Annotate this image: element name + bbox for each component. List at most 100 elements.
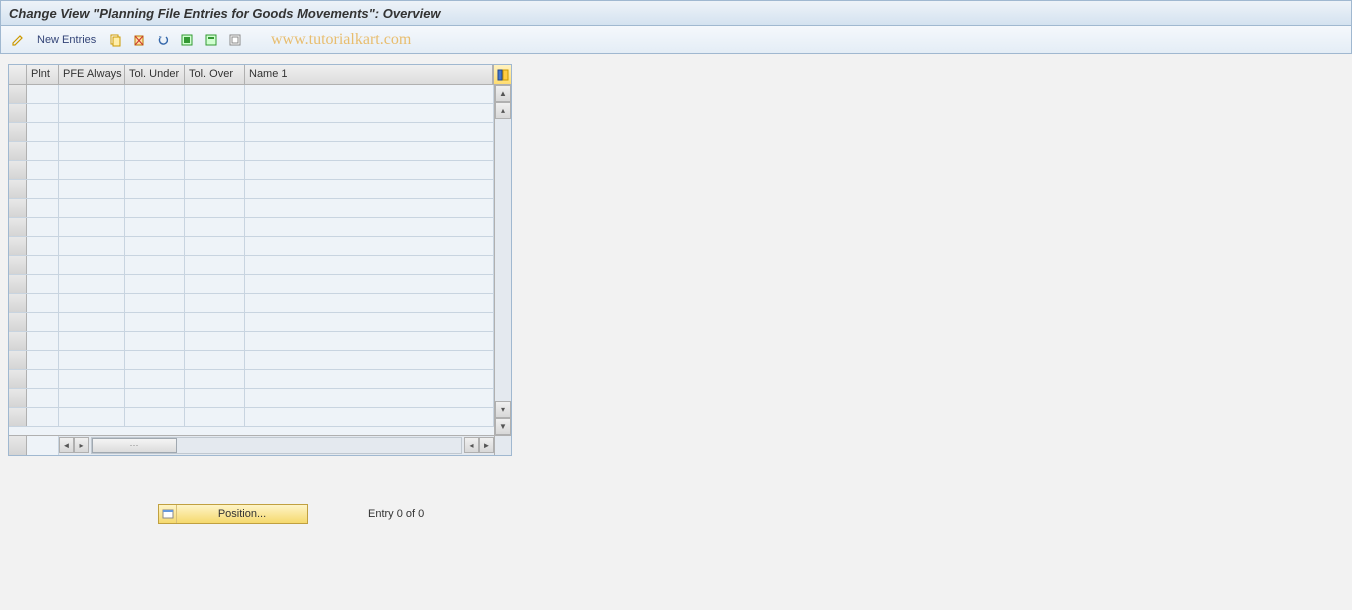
cell-tol-over[interactable] <box>185 142 245 160</box>
cell-pfe-always[interactable] <box>59 180 125 198</box>
row-selector[interactable] <box>9 161 27 179</box>
cell-plnt[interactable] <box>27 256 59 274</box>
cell-tol-over[interactable] <box>185 408 245 426</box>
cell-tol-over[interactable] <box>185 237 245 255</box>
row-selector[interactable] <box>9 237 27 255</box>
cell-tol-under[interactable] <box>125 256 185 274</box>
row-selector[interactable] <box>9 256 27 274</box>
cell-tol-under[interactable] <box>125 199 185 217</box>
cell-tol-under[interactable] <box>125 142 185 160</box>
cell-pfe-always[interactable] <box>59 161 125 179</box>
cell-name1[interactable] <box>245 85 494 103</box>
cell-plnt[interactable] <box>27 104 59 122</box>
position-button[interactable]: Position... <box>158 504 308 524</box>
cell-name1[interactable] <box>245 142 494 160</box>
cell-tol-over[interactable] <box>185 123 245 141</box>
column-header-plnt[interactable]: Plnt <box>27 65 59 84</box>
undo-icon[interactable] <box>154 31 172 49</box>
cell-name1[interactable] <box>245 104 494 122</box>
scroll-right-step-icon[interactable]: ◂ <box>464 437 479 453</box>
cell-name1[interactable] <box>245 313 494 331</box>
change-icon[interactable] <box>9 31 27 49</box>
cell-name1[interactable] <box>245 332 494 350</box>
cell-tol-under[interactable] <box>125 389 185 407</box>
cell-tol-under[interactable] <box>125 351 185 369</box>
cell-pfe-always[interactable] <box>59 123 125 141</box>
row-selector[interactable] <box>9 313 27 331</box>
cell-tol-over[interactable] <box>185 351 245 369</box>
cell-plnt[interactable] <box>27 370 59 388</box>
cell-tol-over[interactable] <box>185 180 245 198</box>
scroll-left-step-icon[interactable]: ▸ <box>74 437 89 453</box>
select-all-rows[interactable] <box>9 65 27 84</box>
scroll-left-icon[interactable]: ◄ <box>59 437 74 453</box>
row-selector[interactable] <box>9 370 27 388</box>
column-header-tol-under[interactable]: Tol. Under <box>125 65 185 84</box>
row-selector[interactable] <box>9 351 27 369</box>
cell-tol-over[interactable] <box>185 275 245 293</box>
cell-plnt[interactable] <box>27 123 59 141</box>
cell-name1[interactable] <box>245 275 494 293</box>
cell-name1[interactable] <box>245 123 494 141</box>
cell-plnt[interactable] <box>27 85 59 103</box>
cell-tol-over[interactable] <box>185 256 245 274</box>
row-selector[interactable] <box>9 275 27 293</box>
row-selector[interactable] <box>9 142 27 160</box>
cell-name1[interactable] <box>245 351 494 369</box>
cell-pfe-always[interactable] <box>59 104 125 122</box>
new-entries-button[interactable]: New Entries <box>33 32 100 48</box>
cell-name1[interactable] <box>245 237 494 255</box>
cell-name1[interactable] <box>245 408 494 426</box>
scroll-up-step-icon[interactable]: ▴ <box>495 102 511 119</box>
cell-plnt[interactable] <box>27 180 59 198</box>
cell-plnt[interactable] <box>27 332 59 350</box>
cell-pfe-always[interactable] <box>59 351 125 369</box>
cell-tol-over[interactable] <box>185 332 245 350</box>
cell-tol-under[interactable] <box>125 313 185 331</box>
cell-pfe-always[interactable] <box>59 389 125 407</box>
cell-plnt[interactable] <box>27 294 59 312</box>
row-selector[interactable] <box>9 85 27 103</box>
cell-tol-over[interactable] <box>185 199 245 217</box>
column-header-name1[interactable]: Name 1 <box>245 65 493 84</box>
cell-tol-under[interactable] <box>125 275 185 293</box>
cell-pfe-always[interactable] <box>59 199 125 217</box>
cell-name1[interactable] <box>245 256 494 274</box>
cell-tol-under[interactable] <box>125 85 185 103</box>
cell-plnt[interactable] <box>27 313 59 331</box>
cell-tol-under[interactable] <box>125 123 185 141</box>
deselect-all-icon[interactable] <box>226 31 244 49</box>
cell-tol-over[interactable] <box>185 161 245 179</box>
hscroll-track[interactable]: ⋯ <box>91 437 462 454</box>
scroll-right-icon[interactable]: ► <box>479 437 494 453</box>
vertical-scrollbar[interactable]: ▲ ▴ ▾ ▼ <box>494 85 511 435</box>
cell-tol-over[interactable] <box>185 389 245 407</box>
cell-pfe-always[interactable] <box>59 332 125 350</box>
column-header-pfe-always[interactable]: PFE Always <box>59 65 125 84</box>
column-header-tol-over[interactable]: Tol. Over <box>185 65 245 84</box>
cell-tol-under[interactable] <box>125 161 185 179</box>
cell-tol-under[interactable] <box>125 408 185 426</box>
row-selector[interactable] <box>9 389 27 407</box>
cell-plnt[interactable] <box>27 389 59 407</box>
cell-plnt[interactable] <box>27 237 59 255</box>
delete-icon[interactable] <box>130 31 148 49</box>
row-selector[interactable] <box>9 294 27 312</box>
cell-name1[interactable] <box>245 218 494 236</box>
cell-name1[interactable] <box>245 161 494 179</box>
cell-pfe-always[interactable] <box>59 256 125 274</box>
row-selector[interactable] <box>9 180 27 198</box>
cell-pfe-always[interactable] <box>59 408 125 426</box>
cell-tol-under[interactable] <box>125 332 185 350</box>
cell-name1[interactable] <box>245 199 494 217</box>
cell-tol-under[interactable] <box>125 370 185 388</box>
row-selector[interactable] <box>9 218 27 236</box>
cell-tol-under[interactable] <box>125 237 185 255</box>
cell-tol-over[interactable] <box>185 313 245 331</box>
cell-plnt[interactable] <box>27 142 59 160</box>
table-settings-icon[interactable] <box>493 65 511 84</box>
cell-pfe-always[interactable] <box>59 313 125 331</box>
cell-pfe-always[interactable] <box>59 294 125 312</box>
cell-tol-under[interactable] <box>125 180 185 198</box>
scroll-track[interactable] <box>495 119 511 401</box>
